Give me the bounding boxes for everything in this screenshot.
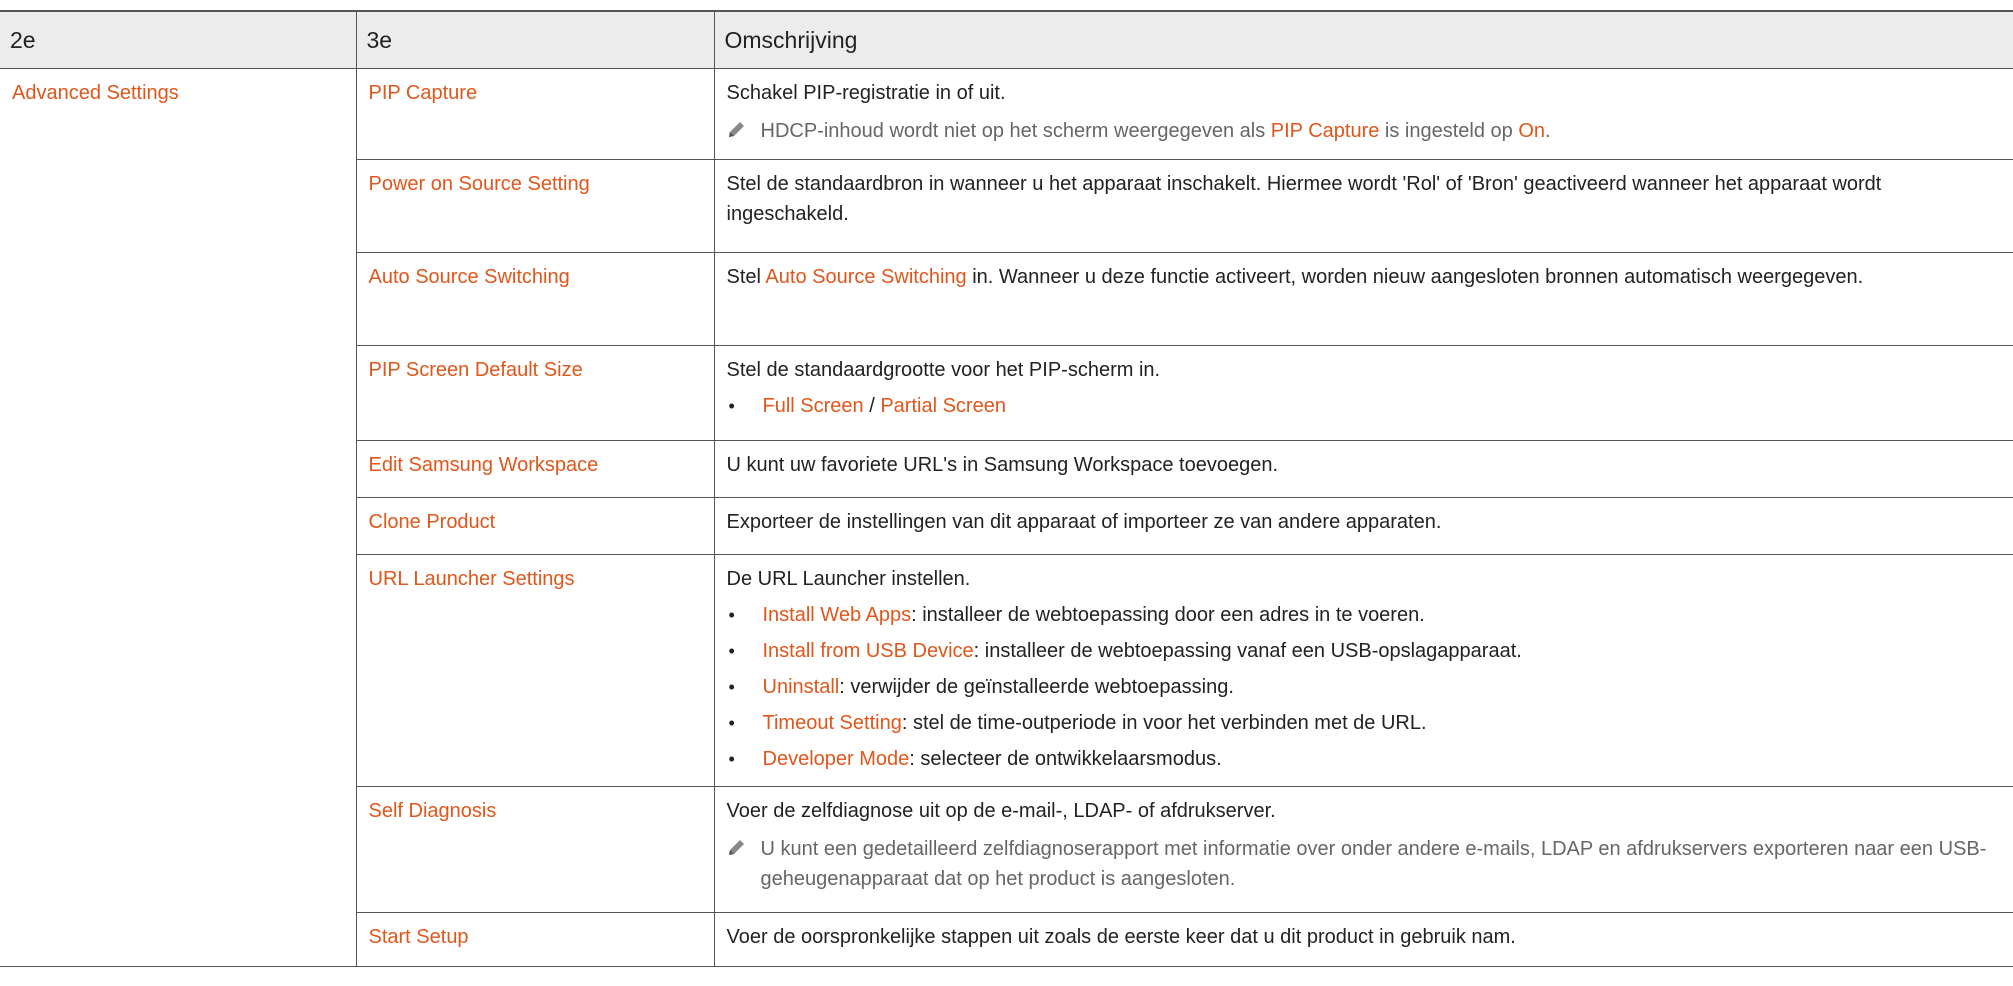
item-label: Uninstall	[762, 676, 840, 698]
option-full-screen: Full Screen	[762, 395, 864, 417]
list-item: • Full Screen / Partial Screen	[727, 391, 2004, 421]
table-header-row: 2e 3e Omschrijving	[0, 10, 2013, 69]
item-label: Install from USB Device	[762, 640, 974, 662]
description-text: Schakel PIP-registratie in of uit.	[726, 82, 1006, 104]
description-text: De URL Launcher instellen.	[726, 568, 971, 590]
description-highlight: Auto Source Switching	[765, 266, 967, 288]
note-text: .	[1545, 120, 1551, 142]
description-text: Voer de oorspronkelijke stappen uit zoal…	[726, 926, 1516, 948]
item-label: Timeout Setting	[762, 712, 902, 734]
header-col-3e: 3e	[355, 10, 714, 69]
bullet: •	[728, 605, 735, 625]
pencil-icon	[727, 116, 761, 139]
note-highlight: On	[1518, 120, 1546, 142]
note-text: U kunt een gedetailleerd zelfdiagnoserap…	[760, 838, 1987, 890]
description-cell: Schakel PIP-registratie in of uit. HDCP-…	[713, 68, 2013, 160]
setting-name: PIP Capture	[368, 82, 478, 104]
header-col-2e: 2e	[0, 10, 356, 69]
list-item: • Install from USB Device: installeer de …	[727, 636, 2004, 666]
bullet: •	[728, 641, 735, 661]
setting-name: Power on Source Setting	[368, 173, 590, 195]
bullet: •	[728, 713, 735, 733]
setting-name: Start Setup	[368, 926, 469, 948]
note-text: HDCP-inhoud wordt niet op het scherm wee…	[760, 120, 1271, 142]
description-text: Stel de standaardbron in wanneer u het a…	[726, 173, 1882, 225]
note: U kunt een gedetailleerd zelfdiagnoserap…	[727, 834, 2004, 894]
setting-name: Auto Source Switching	[368, 266, 570, 288]
list-item: • Developer Mode: selecteer de ontwikkela…	[727, 744, 2004, 774]
pencil-icon	[727, 834, 761, 857]
list-item: • Timeout Setting: stel de time-outperiod…	[727, 708, 2004, 738]
section-label: Advanced Settings	[12, 82, 179, 104]
note-highlight: PIP Capture	[1270, 120, 1380, 142]
item-label: Install Web Apps	[762, 604, 912, 626]
bullet: •	[728, 749, 735, 769]
header-col-description: Omschrijving	[713, 10, 2013, 69]
list-item: • Install Web Apps: installeer de webtoep…	[727, 600, 2004, 630]
bullet: •	[728, 677, 735, 697]
option-partial-screen: Partial Screen	[880, 395, 1006, 417]
description-text: Exporteer de instellingen van dit appara…	[726, 511, 1442, 533]
bullet: •	[728, 396, 735, 416]
settings-table: 2e 3e Omschrijving Advanced Settings PIP…	[0, 10, 2013, 967]
table-row: Advanced Settings PIP Capture Schakel PI…	[0, 68, 2013, 967]
setting-name: Self Diagnosis	[368, 800, 497, 822]
description-text: Stel de standaardgrootte voor het PIP-sc…	[726, 359, 1161, 381]
description-text: Voer de zelfdiagnose uit op de e-mail-, …	[726, 800, 1276, 822]
list-item: • Uninstall: verwijder de geïnstalleerde …	[727, 672, 2004, 702]
section-cell: Advanced Settings	[0, 68, 356, 967]
setting-name: PIP Screen Default Size	[368, 359, 583, 381]
setting-name: Edit Samsung Workspace	[368, 454, 599, 476]
setting-name: Clone Product	[368, 511, 496, 533]
setting-name: URL Launcher Settings	[368, 568, 575, 590]
note-text: is ingesteld op	[1379, 120, 1519, 142]
item-label: Developer Mode	[762, 748, 910, 770]
description-text: U kunt uw favoriete URL's in Samsung Wor…	[726, 454, 1279, 476]
note: HDCP-inhoud wordt niet op het scherm wee…	[727, 116, 2004, 146]
description-text: Stel Auto Source Switching in. Wanneer u…	[726, 266, 1864, 288]
